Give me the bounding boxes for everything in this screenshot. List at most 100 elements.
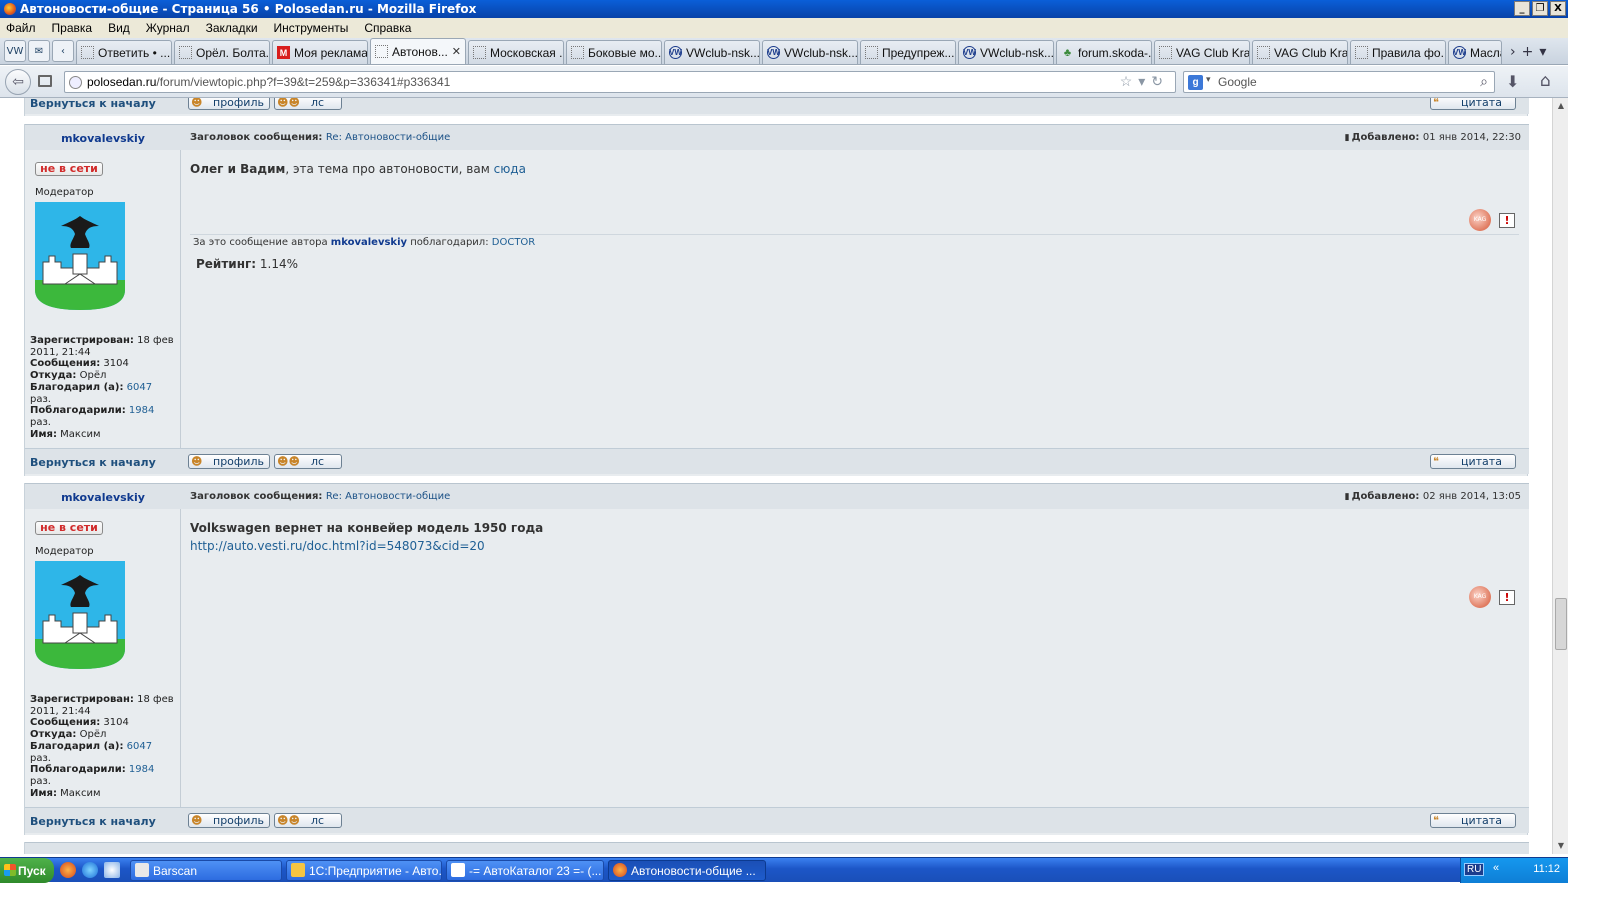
scroll-up-icon[interactable]: ▲ <box>1555 100 1567 112</box>
message-bold: Volkswagen вернет на конвейер модель 195… <box>190 521 544 535</box>
report-icon[interactable]: ! <box>1499 590 1515 605</box>
menu-tools[interactable]: Инструменты <box>274 21 349 35</box>
url-actions-icons[interactable]: ☆▾↻ <box>1120 73 1169 90</box>
profile-button[interactable]: ☻ профиль <box>188 813 270 828</box>
taskbar-item-active[interactable]: Автоновости-общие ... <box>608 860 766 881</box>
window-titlebar: Автоновости-общие - Страница 56 • Polose… <box>0 0 1568 18</box>
back-to-top-link[interactable]: Вернуться к началу <box>30 456 156 469</box>
firefox-launch-icon[interactable] <box>60 862 76 878</box>
language-indicator[interactable]: RU <box>1464 863 1485 876</box>
stat-thanked-link[interactable]: 6047 <box>127 382 152 393</box>
stat-was-thanked-link[interactable]: 1984 <box>129 764 154 775</box>
close-window-button[interactable]: X <box>1550 1 1566 16</box>
menu-history[interactable]: Журнал <box>146 21 190 35</box>
site-identity-icon[interactable] <box>69 76 82 89</box>
message-link[interactable]: сюда <box>494 162 526 176</box>
page-icon <box>179 46 192 59</box>
stat-label: Зарегистрирован: <box>30 694 134 705</box>
url-bar[interactable]: polosedan.ru/forum/viewtopic.php?f=39&t=… <box>64 71 1176 93</box>
ie-launch-icon[interactable] <box>82 862 98 878</box>
menu-view[interactable]: Вид <box>108 21 130 35</box>
stat-was-thanked-link[interactable]: 1984 <box>129 405 154 416</box>
menu-help[interactable]: Справка <box>364 21 411 35</box>
mail-icon[interactable]: ✉ <box>28 40 50 62</box>
tab[interactable]: VW VWclub-nsk.... <box>762 40 858 64</box>
back-to-top-link[interactable]: Вернуться к началу <box>30 815 156 828</box>
subject-value[interactable]: Re: Автоновости-общие <box>326 132 450 143</box>
tab-scroll-left-icon[interactable]: ‹ <box>52 40 74 62</box>
menu-edit[interactable]: Правка <box>52 21 93 35</box>
karma-icon[interactable]: KAG <box>1469 209 1491 231</box>
new-tab-icon[interactable]: + <box>1522 44 1534 60</box>
start-button[interactable]: Пуск <box>0 858 54 883</box>
thanks-line: За это сообщение автора mkovalevskiy поб… <box>193 237 535 248</box>
tab[interactable]: Правила фо... <box>1350 40 1446 64</box>
back-to-top-link[interactable]: Вернуться к началу <box>30 98 156 110</box>
tab[interactable]: Московская ... <box>468 40 564 64</box>
karma-icon[interactable]: KAG <box>1469 586 1491 608</box>
tab[interactable]: VW VWclub-nsk.... <box>958 40 1054 64</box>
stat-thanked-link[interactable]: 6047 <box>127 741 152 752</box>
download-icon[interactable]: ⬇ <box>1506 72 1519 91</box>
quote-button[interactable]: ❝ цитата <box>1430 454 1516 469</box>
vw-pinned-icon[interactable]: VW <box>4 40 26 62</box>
added-label: Добавлено: <box>1351 491 1420 502</box>
menu-file[interactable]: Файл <box>6 21 36 35</box>
post-author[interactable]: mkovalevskiy <box>25 132 181 145</box>
tab[interactable]: M Моя реклама <box>272 40 368 64</box>
page-scrollbar[interactable]: ▲ ▼ <box>1552 98 1568 854</box>
search-icon[interactable]: ⌕ <box>1480 73 1488 90</box>
profile-button[interactable]: ☻ профиль <box>188 98 270 110</box>
tab[interactable]: VAG Club Kra... <box>1252 40 1348 64</box>
tab[interactable]: VW Масла <box>1448 40 1502 64</box>
report-icon[interactable]: ! <box>1499 213 1515 228</box>
all-tabs-icon[interactable]: ▾ <box>1539 44 1546 60</box>
thanks-user-link[interactable]: DOCTOR <box>492 237 535 248</box>
tab[interactable]: ♣ forum.skoda-... <box>1056 40 1152 64</box>
scroll-down-icon[interactable]: ▼ <box>1555 840 1567 852</box>
home-icon[interactable]: ⌂ <box>1540 71 1551 91</box>
search-input[interactable]: g ▾ Google ⌕ <box>1183 71 1495 93</box>
back-button[interactable]: ⇦ <box>5 69 31 95</box>
pm-button[interactable]: ☻☻ лс <box>274 454 342 469</box>
tab[interactable]: Боковые мо... <box>566 40 662 64</box>
tab-active[interactable]: Автонов... ✕ <box>370 38 466 64</box>
taskbar-item[interactable]: Barscan <box>130 860 282 881</box>
thanks-author[interactable]: mkovalevskiy <box>331 237 407 248</box>
tray-expand-icon[interactable]: « <box>1493 862 1499 874</box>
desktop-launch-icon[interactable] <box>104 862 120 878</box>
quote-button[interactable]: ❝ цитата <box>1430 813 1516 828</box>
added-value: 01 янв 2014, 22:30 <box>1422 132 1521 143</box>
scrollbar-thumb[interactable] <box>1555 598 1567 650</box>
menu-bookmarks[interactable]: Закладки <box>206 21 258 35</box>
profile-label: профиль <box>213 98 264 109</box>
maximize-button[interactable]: ❐ <box>1532 1 1548 16</box>
apps-grid-icon[interactable] <box>38 75 52 87</box>
pm-button[interactable]: ☻☻ лс <box>274 813 342 828</box>
tab[interactable]: Орёл. Болта... <box>174 40 270 64</box>
tab[interactable]: VW VWclub-nsk.... <box>664 40 760 64</box>
profile-button[interactable]: ☻ профиль <box>188 454 270 469</box>
post-author[interactable]: mkovalevskiy <box>25 491 181 504</box>
message-link[interactable]: http://auto.vesti.ru/doc.html?id=548073&… <box>190 539 543 553</box>
mail-ru-icon: M <box>277 46 290 59</box>
pm-label: лс <box>311 814 325 827</box>
tab[interactable]: VAG Club Kra... <box>1154 40 1250 64</box>
quick-launch <box>60 862 120 878</box>
minimize-button[interactable]: _ <box>1514 1 1530 16</box>
tab-label: Моя реклама <box>294 45 368 60</box>
tab-scroll-right-icon[interactable]: › <box>1510 44 1516 60</box>
tab-label: Предупреж... <box>882 45 955 60</box>
google-icon[interactable]: g <box>1188 75 1203 90</box>
quote-button[interactable]: ❝ цитата <box>1430 98 1516 110</box>
tab[interactable]: Ответить • ... <box>76 40 172 64</box>
search-engine-dropdown-icon[interactable]: ▾ <box>1206 74 1211 85</box>
subject-value[interactable]: Re: Автоновости-общие <box>326 491 450 502</box>
close-tab-icon[interactable]: ✕ <box>452 45 461 58</box>
tab[interactable]: Предупреж... <box>860 40 956 64</box>
taskbar-item[interactable]: -= АвтоКаталог 23 =- (... <box>446 860 604 881</box>
firefox-icon <box>4 3 16 15</box>
pm-button[interactable]: ☻☻ лс <box>274 98 342 110</box>
avatar <box>35 202 125 310</box>
taskbar-item[interactable]: 1С:Предприятие - Авто... <box>286 860 442 881</box>
